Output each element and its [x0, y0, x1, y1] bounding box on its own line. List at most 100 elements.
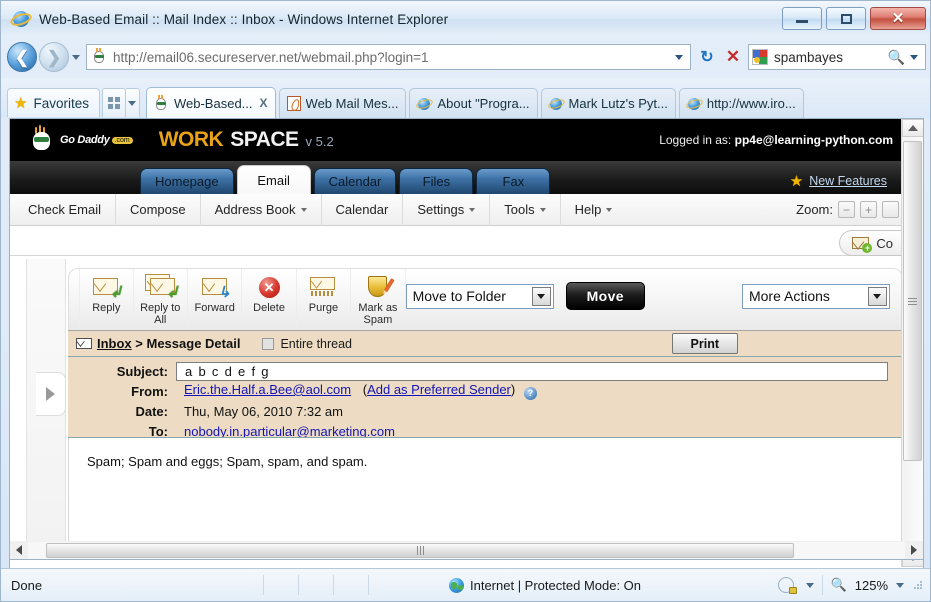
- tab-label: Files: [422, 174, 451, 189]
- menu-label: Settings: [417, 202, 465, 217]
- reply-button[interactable]: ↲ Reply: [79, 269, 134, 329]
- zoom-in-button[interactable]: +: [860, 201, 877, 218]
- tab-fax[interactable]: Fax: [476, 168, 551, 194]
- privacy-icon[interactable]: [777, 576, 798, 594]
- search-provider-dropdown-icon[interactable]: [905, 54, 923, 60]
- mark-spam-icon: [367, 274, 395, 300]
- tab-calendar[interactable]: Calendar: [313, 168, 397, 194]
- mark-as-spam-button[interactable]: Mark as Spam: [351, 269, 406, 329]
- tab-label: Calendar: [328, 174, 382, 189]
- browser-tab-3[interactable]: Mark Lutz's Pyt...: [540, 88, 676, 118]
- scroll-right-button[interactable]: [905, 542, 923, 559]
- privacy-dropdown-icon[interactable]: [805, 582, 814, 588]
- forward-button[interactable]: ❯: [39, 42, 69, 72]
- chevron-right-icon: [46, 387, 55, 401]
- ie-favicon: [685, 96, 704, 111]
- search-input[interactable]: spambayes 🔍: [748, 44, 926, 70]
- envelope-icon: [76, 335, 92, 349]
- tab-email[interactable]: Email: [236, 165, 311, 194]
- move-button[interactable]: Move: [565, 282, 645, 310]
- logged-in-status: Logged in as: pp4e@learning-python.com: [659, 133, 893, 147]
- favorites-bar-button[interactable]: [101, 88, 126, 117]
- scroll-left-button[interactable]: [10, 542, 28, 559]
- menu-address-book[interactable]: Address Book: [201, 193, 322, 226]
- chevron-down-icon: [469, 207, 476, 212]
- godaddy-mascot-icon: [28, 125, 58, 152]
- add-preferred-sender-link[interactable]: Add as Preferred Sender: [367, 382, 511, 397]
- message-header-bar: Inbox > Message Detail Entire thread Pri…: [68, 330, 903, 357]
- browser-tab-1[interactable]: Web Mail Mes...: [278, 88, 407, 118]
- move-to-folder-select[interactable]: Move to Folder: [405, 283, 554, 309]
- reply-all-label: Reply to All: [140, 302, 181, 326]
- new-features-label[interactable]: New Features: [809, 174, 887, 188]
- godaddy-tld-text: .com: [111, 136, 133, 144]
- stop-button[interactable]: ✕: [720, 44, 746, 70]
- godaddy-logo[interactable]: Go Daddy .com: [28, 125, 133, 152]
- security-zone[interactable]: Internet | Protected Mode: On: [449, 577, 641, 593]
- forward-button[interactable]: ↳ Forward: [188, 269, 243, 329]
- mail-action-toolbar: ↲ Reply ↲ Reply to All ↳ Forward ✕ Delet…: [68, 268, 903, 330]
- breadcrumb-folder-link[interactable]: Inbox: [97, 336, 132, 351]
- recent-pages-dropdown[interactable]: [69, 42, 83, 72]
- message-body: Spam; Spam and eggs; Spam, spam, and spa…: [68, 438, 903, 548]
- scroll-up-button[interactable]: [902, 119, 923, 137]
- address-input[interactable]: http://email06.secureserver.net/webmail.…: [86, 44, 691, 70]
- internet-explorer-icon: [8, 9, 34, 29]
- close-button[interactable]: ✕: [870, 7, 926, 30]
- tab-homepage[interactable]: Homepage: [140, 168, 234, 194]
- sidebar-expand-button[interactable]: [36, 372, 66, 416]
- delete-label: Delete: [253, 302, 285, 314]
- tab-files[interactable]: Files: [399, 168, 474, 194]
- godaddy-brand-text: Go Daddy: [60, 134, 110, 146]
- browser-tab-4[interactable]: http://www.iro...: [678, 88, 804, 118]
- minimize-button[interactable]: [782, 7, 822, 30]
- menu-calendar[interactable]: Calendar: [322, 193, 404, 226]
- page-horizontal-scrollbar[interactable]: [9, 541, 924, 560]
- menu-label: Help: [574, 202, 602, 217]
- maximize-button[interactable]: [826, 7, 866, 30]
- print-button[interactable]: Print: [671, 333, 738, 354]
- refresh-button[interactable]: ↻: [694, 44, 720, 70]
- favorites-button[interactable]: ★ Favorites: [7, 88, 100, 117]
- browser-tab-2[interactable]: About "Progra...: [409, 88, 538, 118]
- subject-input[interactable]: a b c d e f g: [176, 361, 888, 381]
- compose-button[interactable]: + Co: [839, 230, 907, 256]
- chevron-down-icon: [539, 207, 546, 212]
- from-address-link[interactable]: Eric.the.Half.a.Bee@aol.com: [184, 382, 351, 397]
- help-icon[interactable]: ?: [523, 387, 537, 400]
- browser-tab-0[interactable]: Web-Based... X: [145, 87, 276, 118]
- zoom-reset-button[interactable]: [882, 201, 899, 218]
- delete-button[interactable]: ✕ Delete: [242, 269, 297, 329]
- zoom-dropdown-icon[interactable]: [896, 582, 904, 588]
- close-tab-icon[interactable]: X: [260, 96, 268, 110]
- address-dropdown-icon[interactable]: [670, 54, 688, 60]
- back-button[interactable]: ❮: [7, 42, 37, 72]
- entire-thread-checkbox[interactable]: [262, 337, 275, 350]
- scrollbar-thumb[interactable]: [903, 141, 922, 461]
- doc-favicon: [286, 96, 301, 111]
- search-icon[interactable]: 🔍: [888, 49, 905, 66]
- hscroll-track[interactable]: [28, 541, 905, 559]
- favorites-bar-dropdown[interactable]: [125, 88, 140, 117]
- menu-label: Calendar: [335, 202, 389, 217]
- new-features-link[interactable]: ★ New Features: [790, 172, 887, 190]
- workspace-menu-bar: Check Email Compose Address Book Calenda…: [10, 193, 903, 226]
- menu-settings[interactable]: Settings: [403, 193, 491, 226]
- resize-grip[interactable]: [912, 579, 924, 591]
- more-actions-select[interactable]: More Actions: [741, 283, 890, 309]
- logged-in-prefix: Logged in as:: [659, 133, 732, 147]
- zoom-out-button[interactable]: −: [838, 201, 855, 218]
- purge-button[interactable]: Purge: [297, 269, 352, 329]
- chevron-up-icon: [908, 125, 918, 131]
- hscrollbar-thumb[interactable]: [46, 542, 794, 558]
- menu-help[interactable]: Help: [561, 194, 627, 226]
- menu-check-email[interactable]: Check Email: [10, 193, 116, 226]
- status-divider: [821, 575, 823, 595]
- page-vertical-scrollbar[interactable]: [901, 119, 923, 567]
- menu-compose[interactable]: Compose: [116, 193, 201, 226]
- tab-bar: ★ Favorites Web-Based... X Web Mail Mes.…: [1, 78, 930, 118]
- status-cell: [264, 575, 298, 595]
- purge-icon: [310, 274, 336, 300]
- menu-tools[interactable]: Tools: [490, 193, 561, 226]
- reply-all-button[interactable]: ↲ Reply to All: [134, 269, 188, 329]
